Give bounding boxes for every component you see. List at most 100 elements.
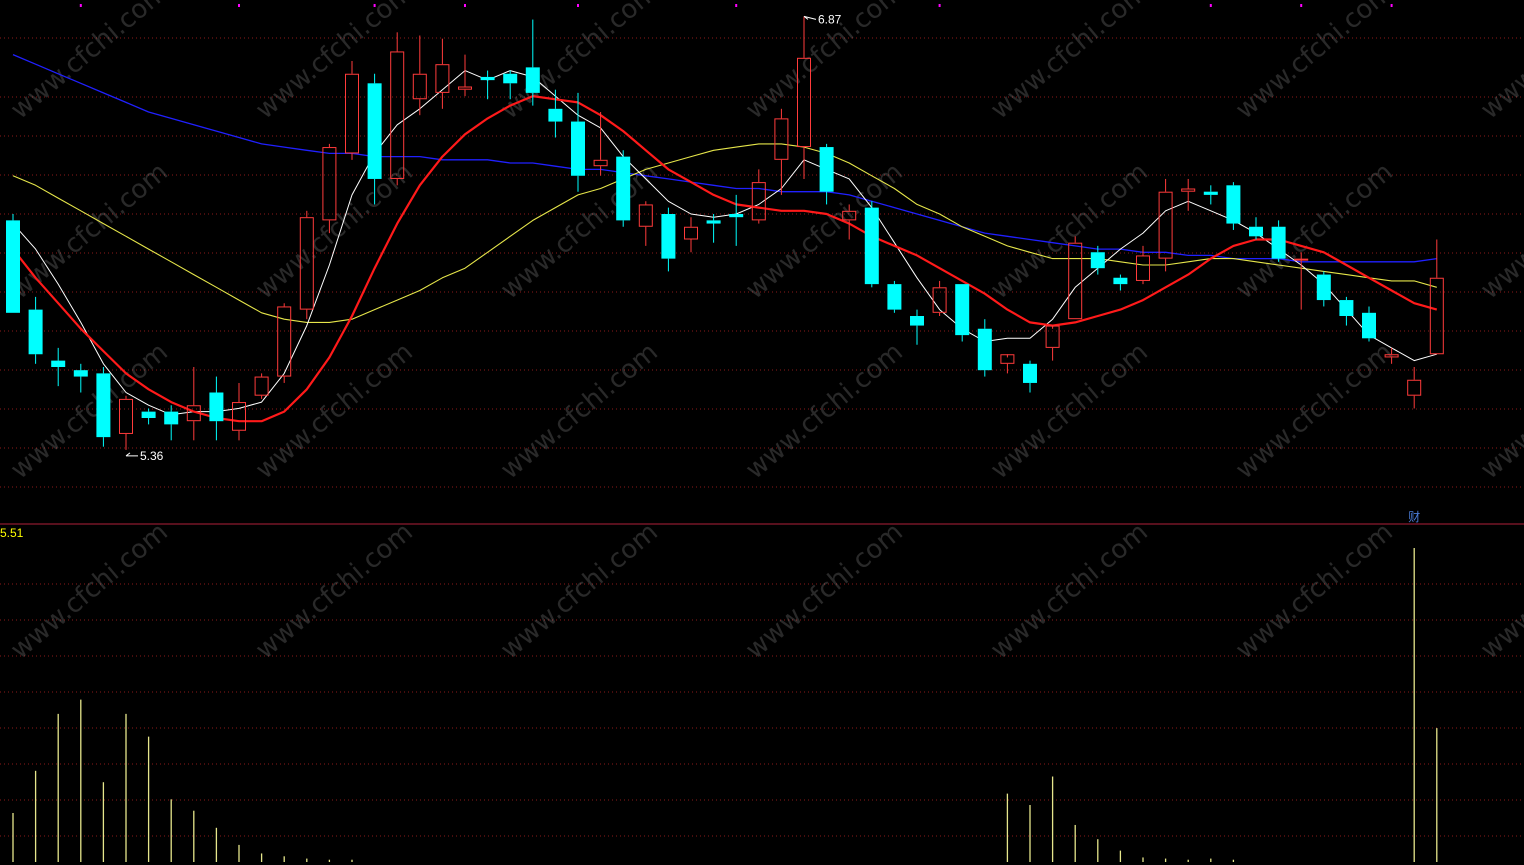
- watermark-text: www.cfchi.com: [5, 517, 174, 665]
- candle: [593, 112, 608, 176]
- candle-body: [638, 204, 653, 227]
- watermark-text: www.cfchi.com: [495, 337, 664, 485]
- candle: [819, 143, 834, 205]
- candlesticks: [6, 16, 1444, 450]
- candle: [480, 70, 495, 100]
- candle: [209, 376, 224, 441]
- watermark-text: www.cfchi.com: [740, 517, 909, 665]
- candle-body: [684, 226, 698, 240]
- candle-body: [164, 411, 179, 425]
- candle: [322, 143, 337, 234]
- candle-body: [1316, 274, 1331, 301]
- candle-body: [1068, 242, 1083, 320]
- watermark-text: www.cfchi.com: [495, 157, 664, 305]
- candle-body: [141, 411, 156, 418]
- candle-body: [1339, 300, 1354, 316]
- candle-body: [1136, 255, 1150, 281]
- candle-body: [345, 73, 359, 154]
- watermark-text: www.cfchi.com: [985, 337, 1154, 485]
- candle-body: [435, 64, 450, 93]
- candle-body: [1294, 258, 1309, 261]
- indicator-bars: [12, 548, 1438, 862]
- candle-body: [593, 159, 608, 167]
- watermark-text: www.cfchi.com: [985, 517, 1154, 665]
- annotations: 6.87 5.36 财 5.51: [0, 12, 1420, 540]
- candle-body: [887, 284, 902, 310]
- indicator-value-label: 5.51: [0, 526, 24, 540]
- candle: [1429, 239, 1444, 355]
- candle: [1271, 220, 1286, 262]
- watermark-text: www.cfchi.com: [1230, 0, 1399, 125]
- candle: [1316, 271, 1331, 307]
- candle: [887, 280, 902, 313]
- candle-body: [503, 73, 518, 84]
- candle: [525, 19, 540, 106]
- candle: [73, 363, 88, 393]
- top-marker: [373, 4, 376, 7]
- candle-body: [1045, 325, 1060, 348]
- candle-body: [774, 118, 789, 160]
- candle-body: [458, 86, 472, 90]
- candle-body: [1362, 312, 1376, 339]
- candle: [164, 405, 179, 441]
- candle-body: [254, 376, 269, 396]
- candle: [277, 303, 292, 383]
- watermark-text: www.cfchi.com: [1230, 337, 1399, 485]
- candle: [1113, 274, 1128, 291]
- candle: [1249, 217, 1263, 240]
- watermark-text: www.cfchi.com: [985, 157, 1154, 305]
- top-marker: [938, 4, 941, 7]
- candle: [1090, 245, 1105, 275]
- watermark-text: www.cfchi.com: [1475, 517, 1524, 665]
- candle-body: [1203, 191, 1218, 195]
- watermark-text: www.cfchi.com: [5, 157, 174, 305]
- candle: [96, 367, 111, 447]
- candle-body: [1407, 379, 1422, 396]
- stock-chart: www.cfchi.com www.cfchi.com www.cfchi.com w…: [0, 0, 1524, 862]
- candle: [232, 382, 246, 441]
- low-price-label: 5.36: [140, 449, 164, 463]
- watermark-text: www.cfchi.com: [250, 337, 419, 485]
- watermark-text: www.cfchi.com: [495, 517, 664, 665]
- candle: [1181, 178, 1196, 211]
- candle: [51, 347, 66, 387]
- candle-body: [910, 316, 924, 326]
- top-marker: [735, 4, 738, 7]
- candle: [1339, 296, 1354, 326]
- candle-body: [480, 76, 495, 81]
- top-marker: [1300, 4, 1303, 7]
- top-marker: [1390, 4, 1393, 7]
- candle-body: [571, 121, 585, 176]
- candle-body: [548, 108, 563, 122]
- candle: [751, 169, 766, 224]
- watermark-text: www.cfchi.com: [250, 0, 419, 125]
- candle-body: [1249, 226, 1263, 237]
- watermark-text: www.cfchi.com: [1475, 157, 1524, 305]
- candle: [1362, 306, 1376, 342]
- candle-body: [119, 398, 133, 434]
- candle-body: [616, 156, 631, 221]
- candle: [1203, 185, 1218, 205]
- candle: [977, 319, 992, 377]
- event-marker[interactable]: 财: [1408, 510, 1420, 524]
- candle-body: [28, 309, 43, 355]
- candle-body: [932, 287, 947, 313]
- candle-body: [6, 220, 20, 313]
- top-marker: [1209, 4, 1212, 7]
- watermark-text: www.cfchi.com: [1475, 337, 1524, 485]
- ma-line-white: [12, 70, 1437, 416]
- candle: [28, 296, 43, 364]
- moving-average-lines: [12, 54, 1438, 423]
- low-arrow: [125, 452, 138, 457]
- candle-body: [977, 328, 992, 371]
- candle: [932, 280, 947, 316]
- candle: [638, 201, 653, 246]
- watermark-layer: www.cfchi.com www.cfchi.com www.cfchi.com w…: [5, 0, 1524, 665]
- candle-body: [51, 360, 66, 367]
- candle-body: [661, 214, 676, 259]
- high-price-label: 6.87: [818, 12, 842, 26]
- candle: [345, 61, 359, 160]
- candle: [141, 408, 156, 425]
- candle: [1000, 354, 1015, 374]
- high-arrow: [803, 15, 817, 20]
